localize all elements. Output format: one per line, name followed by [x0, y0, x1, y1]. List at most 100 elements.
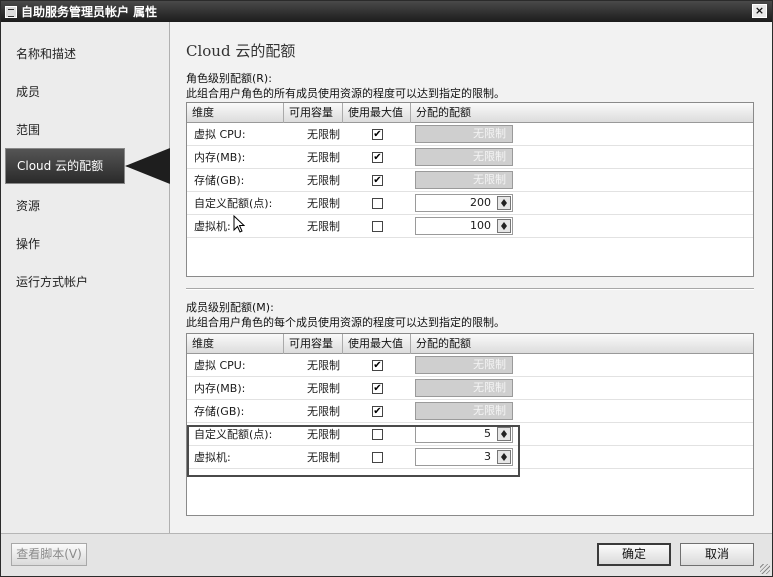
table-row[interactable]: 虚拟机: 无限制 3 — [187, 446, 753, 469]
title-bar[interactable]: 自助服务管理员帐户 属性 × — [1, 1, 772, 22]
use-max-checkbox[interactable]: ✔ — [372, 175, 383, 186]
use-max-checkbox[interactable]: ✔ — [372, 383, 383, 394]
sidebar-item-resources[interactable]: 资源 — [16, 197, 40, 214]
column-header-capacity[interactable]: 可用容量 — [284, 334, 343, 354]
dimension-cell: 内存(MB): — [194, 151, 246, 164]
member-quota-grid: 维度 可用容量 使用最大值 分配的配额 虚拟 CPU: 无限制 ✔ 无限制 内存… — [186, 333, 754, 516]
use-max-checkbox[interactable]: ✔ — [372, 129, 383, 140]
capacity-cell: 无限制 — [307, 451, 340, 464]
dimension-cell: 虚拟机: — [194, 220, 231, 233]
chevron-down-icon[interactable] — [501, 434, 507, 438]
dimension-cell: 虚拟 CPU: — [194, 359, 246, 372]
quota-value[interactable]: 100 — [470, 219, 491, 232]
capacity-cell: 无限制 — [307, 428, 340, 441]
sidebar-item-actions[interactable]: 操作 — [16, 235, 40, 252]
chevron-down-icon[interactable] — [501, 203, 507, 207]
dimension-cell: 内存(MB): — [194, 382, 246, 395]
quota-stepper: 无限制 — [415, 171, 513, 189]
role-quota-grid: 维度 可用容量 使用最大值 分配的配额 虚拟 CPU: 无限制 ✔ 无限制 内存… — [186, 102, 754, 277]
chevron-down-icon[interactable] — [501, 226, 507, 230]
table-row[interactable]: 内存(MB): 无限制 ✔ 无限制 — [187, 377, 753, 400]
capacity-cell: 无限制 — [307, 128, 340, 141]
use-max-checkbox[interactable]: ✔ — [372, 360, 383, 371]
use-max-checkbox[interactable]: ✔ — [372, 406, 383, 417]
dimension-cell: 虚拟机: — [194, 451, 231, 464]
dimension-cell: 存储(GB): — [194, 405, 245, 418]
role-quota-description: 此组合用户角色的所有成员使用资源的程度可以达到指定的限制。 — [186, 87, 505, 100]
table-row[interactable]: 自定义配额(点): 无限制 200 — [187, 192, 753, 215]
table-row[interactable]: 内存(MB): 无限制 ✔ 无限制 — [187, 146, 753, 169]
resize-grip-icon[interactable] — [760, 564, 770, 574]
use-max-checkbox[interactable] — [372, 198, 383, 209]
capacity-cell: 无限制 — [307, 359, 340, 372]
window-title: 自助服务管理员帐户 属性 — [21, 5, 158, 19]
stepper-arrows[interactable] — [497, 219, 511, 233]
column-header-quota[interactable]: 分配的配额 — [411, 103, 753, 123]
quota-stepper: 无限制 — [415, 402, 513, 420]
use-max-checkbox[interactable] — [372, 221, 383, 232]
section-divider — [186, 288, 754, 290]
dimension-cell: 自定义配额(点): — [194, 197, 273, 210]
table-row[interactable]: 存储(GB): 无限制 ✔ 无限制 — [187, 400, 753, 423]
use-max-checkbox[interactable] — [372, 452, 383, 463]
quota-stepper: 无限制 — [415, 379, 513, 397]
table-row[interactable]: 存储(GB): 无限制 ✔ 无限制 — [187, 169, 753, 192]
table-row[interactable]: 自定义配额(点): 无限制 5 — [187, 423, 753, 446]
content-pane: Cloud 云的配额 角色级别配额(R): 此组合用户角色的所有成员使用资源的程… — [171, 22, 773, 533]
ok-button[interactable]: 确定 — [597, 543, 671, 566]
column-header-quota[interactable]: 分配的配额 — [411, 334, 753, 354]
sidebar-item-cloud-quota[interactable]: Cloud 云的配额 — [5, 148, 125, 184]
capacity-cell: 无限制 — [307, 197, 340, 210]
sidebar-item-scope[interactable]: 范围 — [16, 121, 40, 138]
mouse-cursor-icon — [233, 215, 245, 233]
capacity-cell: 无限制 — [307, 151, 340, 164]
cancel-button[interactable]: 取消 — [680, 543, 754, 566]
grid-header: 维度 可用容量 使用最大值 分配的配额 — [187, 103, 753, 123]
dialog-footer: 查看脚本(V) 确定 取消 — [1, 533, 772, 576]
role-quota-heading: 角色级别配额(R): — [186, 72, 272, 85]
quota-stepper[interactable]: 200 — [415, 194, 513, 212]
quota-stepper[interactable]: 5 — [415, 425, 513, 443]
stepper-arrows[interactable] — [497, 450, 511, 464]
column-header-use-max[interactable]: 使用最大值 — [343, 334, 411, 354]
table-row[interactable]: 虚拟机: 无限制 100 — [187, 215, 753, 238]
stepper-arrows[interactable] — [497, 196, 511, 210]
stepper-arrows[interactable] — [497, 427, 511, 441]
properties-dialog: 自助服务管理员帐户 属性 × 名称和描述 成员 范围 Cloud 云的配额 资源… — [0, 0, 773, 577]
table-row[interactable]: 虚拟 CPU: 无限制 ✔ 无限制 — [187, 123, 753, 146]
column-header-use-max[interactable]: 使用最大值 — [343, 103, 411, 123]
column-header-dimension[interactable]: 维度 — [187, 334, 284, 354]
sidebar-nav: 名称和描述 成员 范围 Cloud 云的配额 资源 操作 运行方式帐户 — [1, 22, 170, 533]
sidebar-item-name-description[interactable]: 名称和描述 — [16, 45, 76, 62]
grid-header: 维度 可用容量 使用最大值 分配的配额 — [187, 334, 753, 354]
page-title: Cloud 云的配额 — [186, 42, 296, 60]
sidebar-item-members[interactable]: 成员 — [16, 83, 40, 100]
use-max-checkbox[interactable] — [372, 429, 383, 440]
capacity-cell: 无限制 — [307, 405, 340, 418]
quota-stepper: 无限制 — [415, 148, 513, 166]
quota-stepper[interactable]: 100 — [415, 217, 513, 235]
dimension-cell: 存储(GB): — [194, 174, 245, 187]
dimension-cell: 自定义配额(点): — [194, 428, 273, 441]
dimension-cell: 虚拟 CPU: — [194, 128, 246, 141]
member-quota-heading: 成员级别配额(M): — [186, 301, 274, 314]
view-script-button[interactable]: 查看脚本(V) — [11, 543, 87, 566]
quota-value[interactable]: 200 — [470, 196, 491, 209]
quota-value[interactable]: 5 — [484, 427, 491, 440]
quota-value[interactable]: 3 — [484, 450, 491, 463]
table-row[interactable]: 虚拟 CPU: 无限制 ✔ 无限制 — [187, 354, 753, 377]
capacity-cell: 无限制 — [307, 220, 340, 233]
window-icon — [5, 5, 17, 18]
capacity-cell: 无限制 — [307, 174, 340, 187]
quota-stepper[interactable]: 3 — [415, 448, 513, 466]
sidebar-item-run-as-accounts[interactable]: 运行方式帐户 — [16, 273, 88, 290]
quota-stepper: 无限制 — [415, 125, 513, 143]
use-max-checkbox[interactable]: ✔ — [372, 152, 383, 163]
quota-stepper: 无限制 — [415, 356, 513, 374]
capacity-cell: 无限制 — [307, 382, 340, 395]
close-button[interactable]: × — [752, 4, 767, 18]
column-header-capacity[interactable]: 可用容量 — [284, 103, 343, 123]
column-header-dimension[interactable]: 维度 — [187, 103, 284, 123]
member-quota-description: 此组合用户角色的每个成员使用资源的程度可以达到指定的限制。 — [186, 316, 505, 329]
chevron-down-icon[interactable] — [501, 457, 507, 461]
